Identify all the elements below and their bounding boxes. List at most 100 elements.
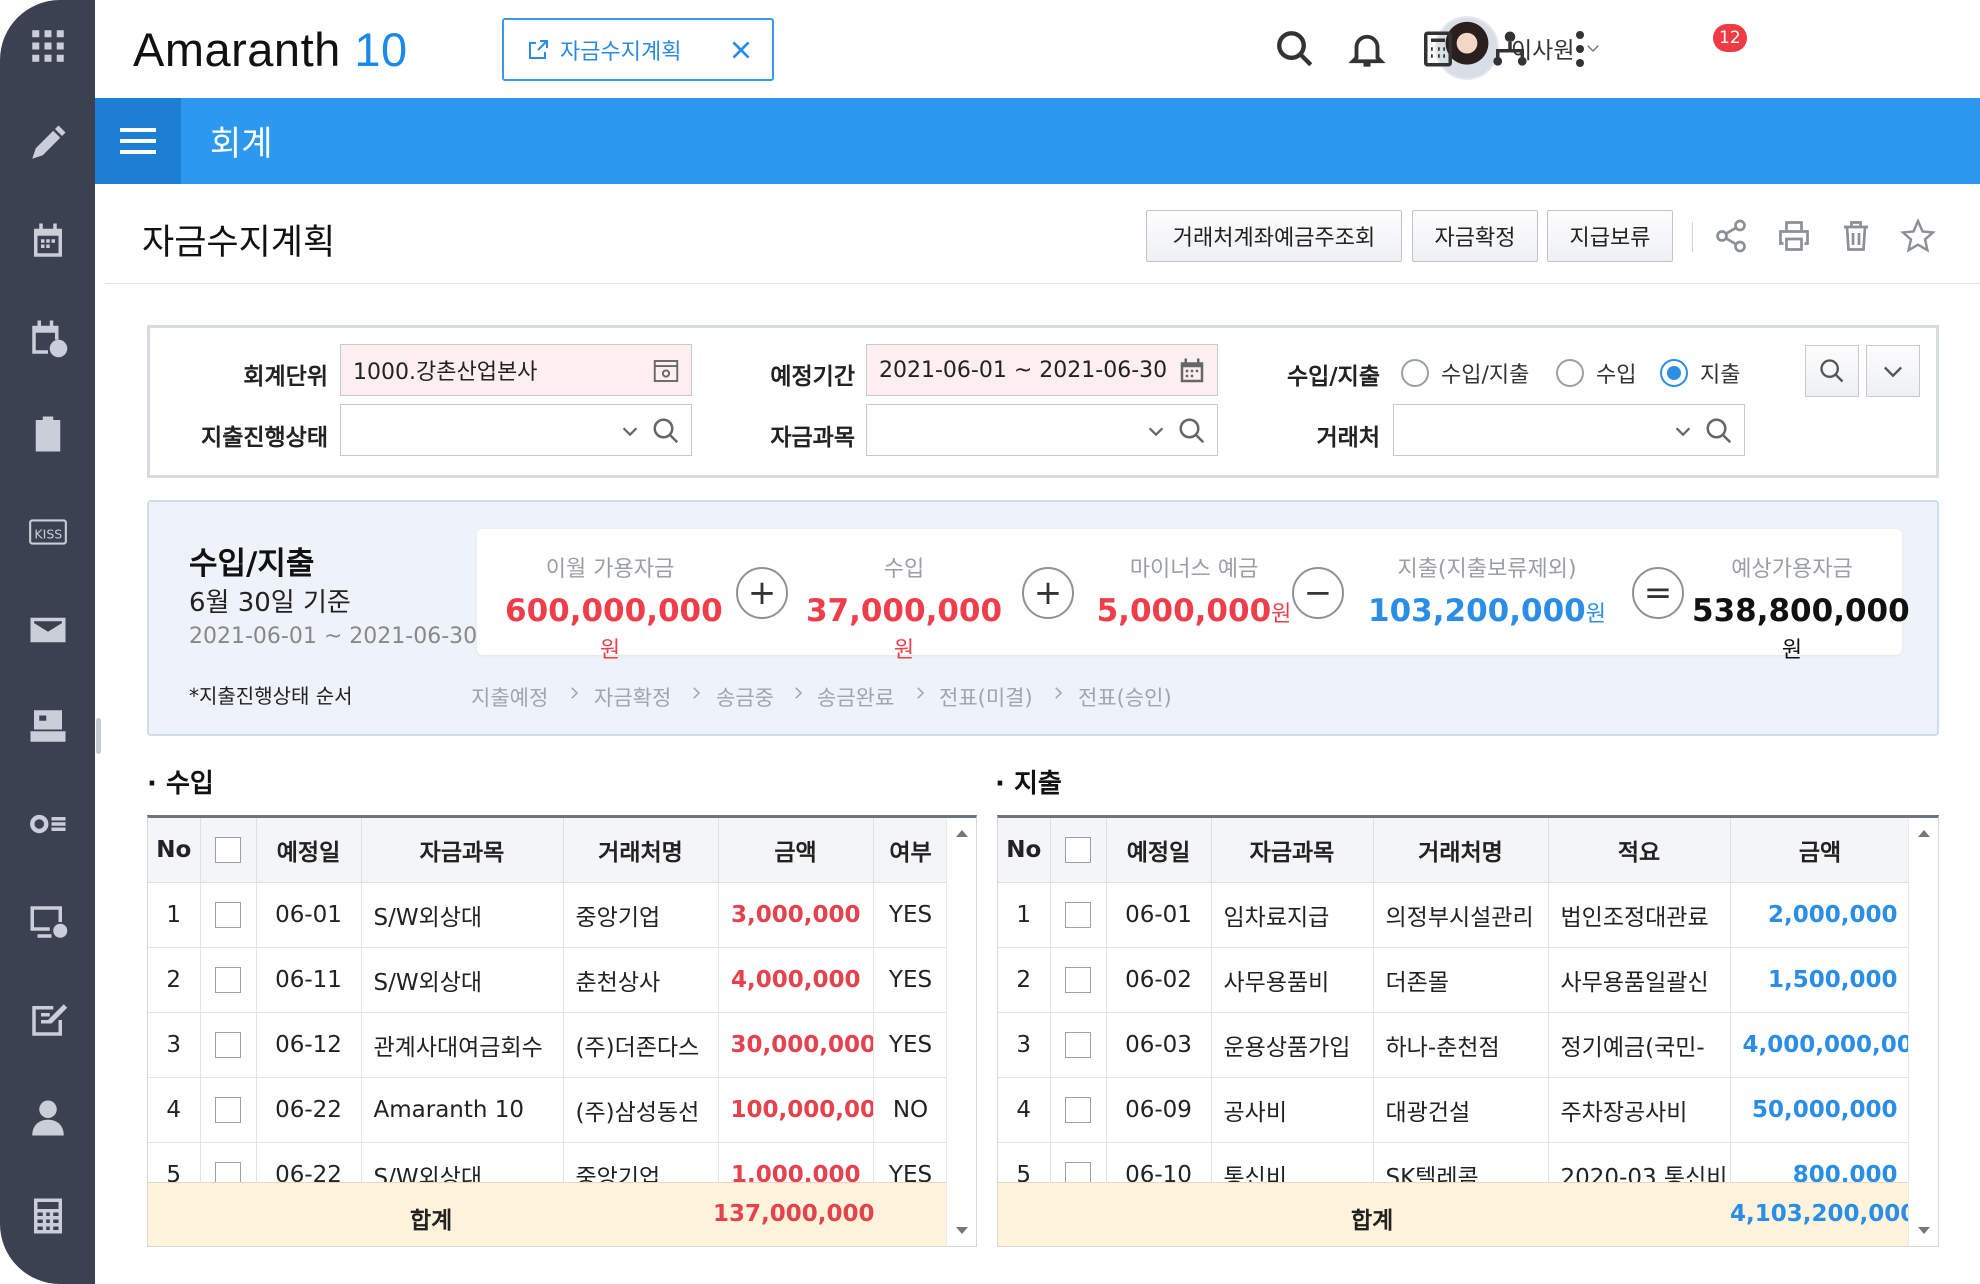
flow-step: 전표(미결)	[939, 686, 1033, 710]
search-icon[interactable]	[1704, 416, 1734, 446]
payment-hold-button[interactable]: 지급보류	[1547, 210, 1673, 262]
star-icon[interactable]	[1896, 214, 1940, 258]
unit-value: 1000.강촌산업본사	[353, 360, 538, 385]
expense-status-select[interactable]	[340, 404, 692, 456]
expense-scrollbar[interactable]	[1908, 818, 1938, 1246]
radio-income[interactable]: 수입	[1556, 357, 1636, 389]
cell-check[interactable]	[200, 1012, 257, 1078]
scroll-up-icon[interactable]	[956, 830, 968, 837]
cell-check[interactable]	[1050, 947, 1107, 1013]
checkbox[interactable]	[215, 966, 241, 993]
col-no[interactable]: No	[148, 818, 201, 883]
open-tab-fund-plan[interactable]: 자금수지계획	[502, 18, 774, 81]
cell-check[interactable]	[200, 947, 257, 1013]
table-row[interactable]: 4 06-09 공사비 대광건설 주차장공사비 50,000,000	[998, 1077, 1911, 1143]
checkbox[interactable]	[215, 837, 241, 863]
table-row[interactable]: 1 06-01 S/W외상대 중앙기업 3,000,000 YES	[148, 882, 949, 948]
trash-icon[interactable]	[1834, 214, 1878, 258]
col-select-all[interactable]	[200, 818, 257, 883]
col-amount[interactable]: 금액	[1730, 818, 1911, 883]
scroll-up-icon[interactable]	[1918, 830, 1930, 837]
scroll-down-icon[interactable]	[956, 1227, 968, 1234]
col-vendor[interactable]: 거래처명	[1373, 818, 1549, 883]
apps-grid-icon[interactable]	[22, 20, 74, 72]
col-status[interactable]: 여부	[873, 818, 949, 883]
checkbox[interactable]	[1065, 901, 1091, 928]
checkbox[interactable]	[1065, 837, 1091, 863]
col-amount[interactable]: 금액	[718, 818, 874, 883]
print-icon[interactable]	[1772, 214, 1816, 258]
income-scrollbar[interactable]	[946, 818, 976, 1246]
code-help-icon[interactable]	[651, 356, 681, 386]
cell-status: NO	[873, 1077, 949, 1143]
calculator-icon[interactable]	[1413, 24, 1463, 74]
radio-income-expense[interactable]: 수입/지출	[1401, 357, 1529, 389]
carryover-funds: 이월 가용자금 600,000,000원	[505, 551, 723, 665]
checkbox[interactable]	[1065, 966, 1091, 993]
edit-document-icon[interactable]	[22, 994, 74, 1046]
checkbox[interactable]	[1065, 1096, 1091, 1123]
col-no[interactable]: No	[998, 818, 1051, 883]
monitor-settings-icon[interactable]	[22, 896, 74, 948]
period-field[interactable]: 2021-06-01 ~ 2021-06-30	[866, 344, 1218, 396]
bell-icon[interactable]	[1342, 24, 1392, 74]
accounting-unit-field[interactable]: 1000.강촌산업본사	[340, 344, 692, 396]
org-chart-icon[interactable]	[1485, 24, 1535, 74]
search-icon[interactable]	[651, 416, 681, 446]
checkbox[interactable]	[215, 1096, 241, 1123]
col-date[interactable]: 예정일	[1106, 818, 1212, 883]
table-row[interactable]: 2 06-02 사무용품비 더존몰 사무용품일괄신 1,500,000	[998, 947, 1911, 1013]
summary-note: *지출진행상태 순서	[189, 684, 353, 708]
cell-check[interactable]	[1050, 882, 1107, 948]
search-icon[interactable]	[1270, 24, 1320, 74]
cell-vendor: 하나-춘천점	[1373, 1012, 1549, 1078]
calculator-rail-icon[interactable]	[22, 1190, 74, 1242]
expand-filter-button[interactable]	[1866, 345, 1920, 397]
table-row[interactable]: 3 06-03 운용상품가입 하나-춘천점 정기예금(국민- 4,000,000…	[998, 1012, 1911, 1078]
mail-icon[interactable]	[22, 604, 74, 656]
cell-check[interactable]	[200, 882, 257, 948]
vendor-select[interactable]	[1393, 404, 1745, 456]
calendar-icon[interactable]	[22, 215, 74, 267]
radio-label: 수입	[1596, 363, 1637, 388]
account-holder-lookup-button[interactable]: 거래처계좌예금주조회	[1146, 210, 1402, 262]
search-icon[interactable]	[1177, 416, 1207, 446]
schedule-clock-icon[interactable]	[22, 312, 74, 364]
col-date[interactable]: 예정일	[256, 818, 362, 883]
table-row[interactable]: 4 06-22 Amaranth 10 (주)삼성동선 100,000,000 …	[148, 1077, 949, 1143]
col-select-all[interactable]	[1050, 818, 1107, 883]
list-toggle-icon[interactable]	[22, 798, 74, 850]
rail-resize-handle[interactable]	[96, 718, 101, 754]
table-row[interactable]: 1 06-01 임차료지급 의정부시설관리 법인조정대관료 2,000,000	[998, 882, 1911, 948]
cell-check[interactable]	[200, 1077, 257, 1143]
pen-icon[interactable]	[22, 117, 74, 169]
calendar-icon[interactable]	[1177, 356, 1207, 386]
col-subject[interactable]: 자금과목	[1211, 818, 1374, 883]
col-memo[interactable]: 적요	[1548, 818, 1731, 883]
table-row[interactable]: 3 06-12 관계사대여금회수 (주)더존다스 30,000,000 YES	[148, 1012, 949, 1078]
app-logo[interactable]: Amaranth 10	[133, 22, 408, 77]
hamburger-menu-icon[interactable]	[95, 98, 181, 184]
person-icon[interactable]	[22, 1092, 74, 1144]
share-icon[interactable]	[1709, 214, 1753, 258]
cell-check[interactable]	[1050, 1012, 1107, 1078]
close-icon[interactable]	[728, 37, 754, 63]
printer-card-icon[interactable]	[22, 700, 74, 752]
fund-confirm-button[interactable]: 자금확정	[1412, 210, 1538, 262]
kiss-icon[interactable]: KISS	[22, 506, 74, 558]
table-row[interactable]: 2 06-11 S/W외상대 춘천상사 4,000,000 YES	[148, 947, 949, 1013]
clipboard-icon[interactable]	[22, 408, 74, 460]
scroll-down-icon[interactable]	[1918, 1227, 1930, 1234]
radio-expense[interactable]: 지출	[1660, 357, 1740, 389]
col-subject[interactable]: 자금과목	[361, 818, 564, 883]
search-icon	[1820, 359, 1844, 383]
fund-subject-select[interactable]	[866, 404, 1218, 456]
col-vendor[interactable]: 거래처명	[563, 818, 719, 883]
more-vertical-icon[interactable]	[1555, 24, 1605, 74]
checkbox[interactable]	[215, 901, 241, 928]
search-button[interactable]	[1805, 345, 1859, 397]
chevron-right-icon	[795, 687, 803, 699]
checkbox[interactable]	[1065, 1031, 1091, 1058]
checkbox[interactable]	[215, 1031, 241, 1058]
cell-check[interactable]	[1050, 1077, 1107, 1143]
